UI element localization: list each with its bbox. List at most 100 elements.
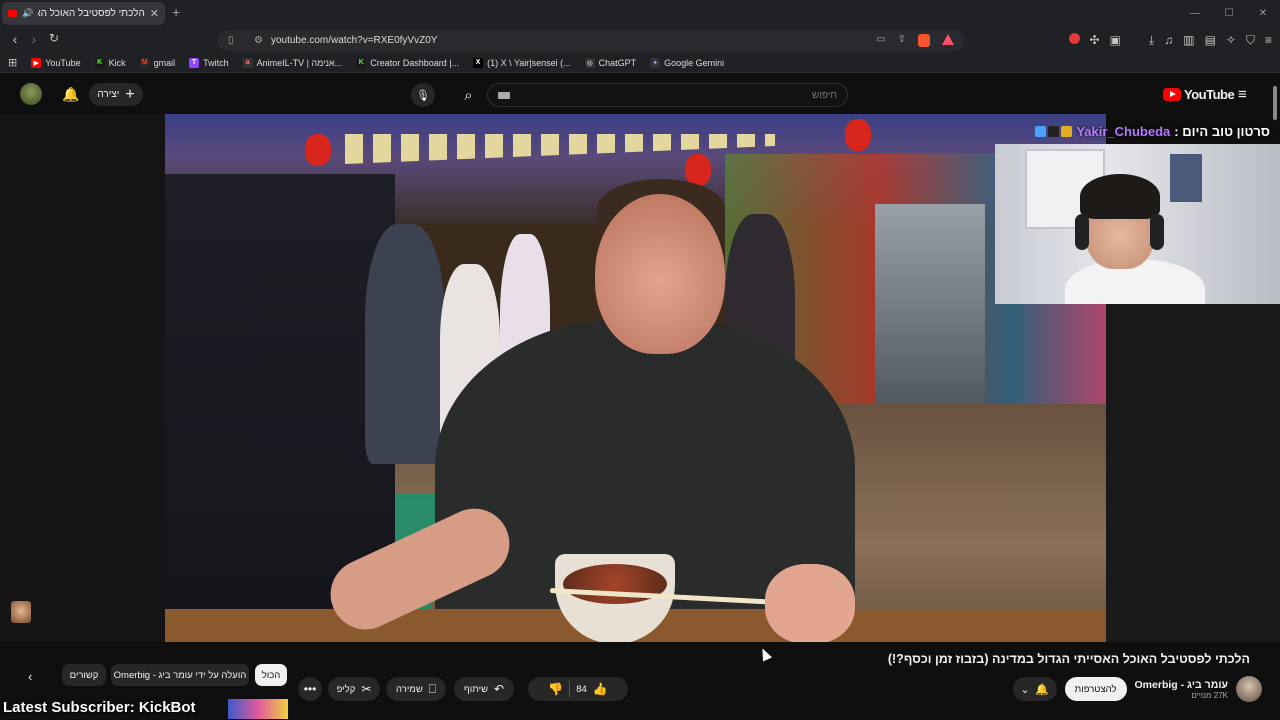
scissors-icon: ✂ (361, 682, 372, 696)
channel-name[interactable]: עומר ביג - Omerbig (1135, 679, 1228, 691)
hamburger-menu-icon[interactable]: ≡ (1238, 86, 1247, 103)
badge-icon (1061, 125, 1073, 137)
search-bar[interactable] (487, 83, 848, 107)
audio-playing-icon[interactable]: 🔊 (22, 8, 33, 19)
leo-ai-icon[interactable]: ✧ (1226, 33, 1236, 48)
account-avatar[interactable] (20, 83, 42, 105)
address-bar[interactable]: ▯ ⚙ youtube.com/watch?v=RXE0fyVvZ0Y ▭ ⇪ (218, 30, 964, 51)
user-badges (1035, 125, 1073, 137)
latest-subscriber-overlay: Latest Subscriber: KickBot (3, 699, 196, 716)
headphones-icon (1150, 214, 1164, 250)
like-divider (569, 681, 571, 697)
bookmark-youtube[interactable]: ▶ YouTube (31, 57, 81, 68)
like-thumb-icon[interactable]: 👍 (593, 682, 608, 696)
video-player[interactable] (165, 114, 1106, 642)
anime-icon: a (242, 57, 253, 68)
screenshot-extension-icon[interactable]: ▣ (1110, 33, 1121, 48)
share-button[interactable]: שיתוף ↶ (454, 677, 514, 701)
kick-icon: K (356, 57, 367, 68)
subscriber-count: 27K מנויים (1191, 690, 1228, 700)
reload-button[interactable]: ↻ (45, 31, 63, 45)
share-page-icon[interactable]: ⇪ (898, 34, 906, 47)
window-controls: — ☐ ✕ (1178, 0, 1280, 27)
apps-grid-icon[interactable]: ⊞ (8, 56, 17, 69)
save-button[interactable]: שמירה ⎕ (386, 677, 446, 701)
bookmark-gmail[interactable]: Mgmail (139, 57, 175, 68)
back-button[interactable]: ‹ (6, 31, 24, 47)
x-icon: X (473, 57, 484, 68)
filter-chips: ‹ קשורים הועלה על ידי עומר ביג - Omerbig… (0, 664, 300, 688)
browser-tab-bar: 🔊 הלכתי לפסטיבל האוכל האסיי ✕ + — ☐ ✕ (0, 0, 1280, 27)
streamer-webcam (995, 144, 1280, 304)
download-icon[interactable]: ⤓ (1149, 33, 1154, 48)
vpn-icon[interactable]: ⛉ (1246, 33, 1255, 48)
maximize-button[interactable]: ☐ (1212, 0, 1246, 27)
channel-avatar[interactable] (1236, 676, 1262, 702)
scene-man-hand (765, 564, 855, 642)
banner-label: סרטון טוב היום : (1174, 123, 1270, 139)
channel-info: ⌄ 🔔 להצטרפות עומר ביג - Omerbig 27K מנוי… (1012, 674, 1262, 704)
stream-title-banner: Yakir_Chubeda סרטון טוב היום : (1020, 120, 1270, 142)
bookmark-animeil[interactable]: a AnimeIL-TV | אנימה... (242, 57, 342, 68)
notifications-bell-icon[interactable]: 🔔 (62, 86, 79, 103)
create-label: יצירה (97, 89, 120, 100)
notification-settings-button[interactable]: ⌄ 🔔 (1012, 677, 1057, 701)
browser-toolbar: ‹ › ↻ ▯ ⚙ youtube.com/watch?v=RXE0fyVvZ0… (0, 27, 1280, 53)
kick-icon: K (94, 57, 105, 68)
bookmark-chatgpt[interactable]: ◎ ChatGPT (584, 57, 636, 68)
forward-button[interactable]: › (25, 31, 43, 47)
chip-uploaded-by[interactable]: הועלה על ידי עומר ביג - Omerbig (111, 664, 249, 686)
youtube-logo-text: YouTube (1184, 87, 1235, 102)
new-tab-button[interactable]: + (172, 4, 180, 20)
brave-shields-icon[interactable] (918, 34, 930, 47)
bookmarks-bar: ⊞ ▶ YouTube K Kick Mgmail T Twitch a AnimeIL… (0, 53, 1280, 73)
bookmark-gemini[interactable]: ✦ Google Gemini (650, 57, 724, 68)
bookmark-twitch[interactable]: T Twitch (189, 57, 229, 68)
sidebar-icon[interactable]: ▥ (1183, 33, 1194, 48)
clip-button[interactable]: קליפ ✂ (328, 677, 380, 701)
youtube-logo[interactable]: YouTube (1163, 87, 1235, 102)
dislike-thumb-icon[interactable]: 👎 (548, 682, 563, 696)
bookmark-x[interactable]: X (1) X \ Yair|sensei (... (473, 57, 571, 68)
media-icon[interactable]: ♫ (1164, 33, 1173, 48)
brave-rewards-icon[interactable] (942, 34, 954, 45)
more-actions-button[interactable]: ••• (298, 677, 322, 701)
like-count: 84 (576, 683, 587, 695)
create-button[interactable]: יצירה + (89, 83, 143, 106)
join-button[interactable]: להצטרפות (1064, 677, 1127, 701)
keyboard-icon[interactable] (498, 91, 510, 99)
share-label: שיתוף (463, 683, 489, 695)
video-title: הלכתי לפסטיבל האוכל האסייתי הגדול במדינה… (887, 652, 1250, 666)
channel-text: עומר ביג - Omerbig 27K מנויים (1135, 679, 1228, 700)
latest-subscriber-thumbnail (228, 699, 288, 719)
gmail-icon: M (139, 57, 150, 68)
puzzle-extension-icon[interactable]: ✣ (1090, 33, 1100, 48)
close-window-button[interactable]: ✕ (1246, 0, 1280, 27)
youtube-icon: ▶ (31, 57, 42, 68)
chevron-down-icon: ⌄ (1020, 683, 1030, 696)
webcam-person-hair (1080, 174, 1160, 219)
search-input[interactable] (518, 89, 837, 101)
youtube-play-icon (1163, 88, 1181, 101)
browser-menu-icon[interactable]: ≡ (1265, 33, 1272, 48)
voice-search-mic-icon[interactable]: 🎙 (411, 83, 435, 107)
bell-icon: 🔔 (1035, 683, 1050, 696)
browser-tab-active[interactable]: 🔊 הלכתי לפסטיבל האוכל האסיי ✕ (2, 2, 165, 25)
search-icon[interactable]: ⌕ (455, 83, 482, 107)
chip-scroll-left-icon[interactable]: ‹ (28, 669, 32, 684)
close-tab-icon[interactable]: ✕ (150, 7, 159, 20)
bookmark-creator-dashboard[interactable]: K Creator Dashboard |... (356, 57, 459, 68)
wallet-icon[interactable]: ▤ (1205, 33, 1216, 48)
record-extension-icon[interactable] (1068, 33, 1080, 44)
scene-man-face (595, 194, 725, 354)
minimize-button[interactable]: — (1178, 0, 1212, 27)
chip-related[interactable]: קשורים (62, 664, 106, 686)
site-info-icon[interactable]: ⚙ (254, 35, 263, 46)
chip-all[interactable]: הכול (255, 664, 287, 686)
bookmark-icon[interactable]: ▯ (228, 35, 238, 46)
cast-icon[interactable]: ▭ (876, 34, 885, 47)
bookmark-kick[interactable]: K Kick (94, 57, 126, 68)
page-scrollbar[interactable] (1273, 86, 1277, 120)
like-dislike-group: 👎 84 👍 (528, 677, 628, 701)
bookmark-save-icon: ⎕ (428, 681, 436, 696)
